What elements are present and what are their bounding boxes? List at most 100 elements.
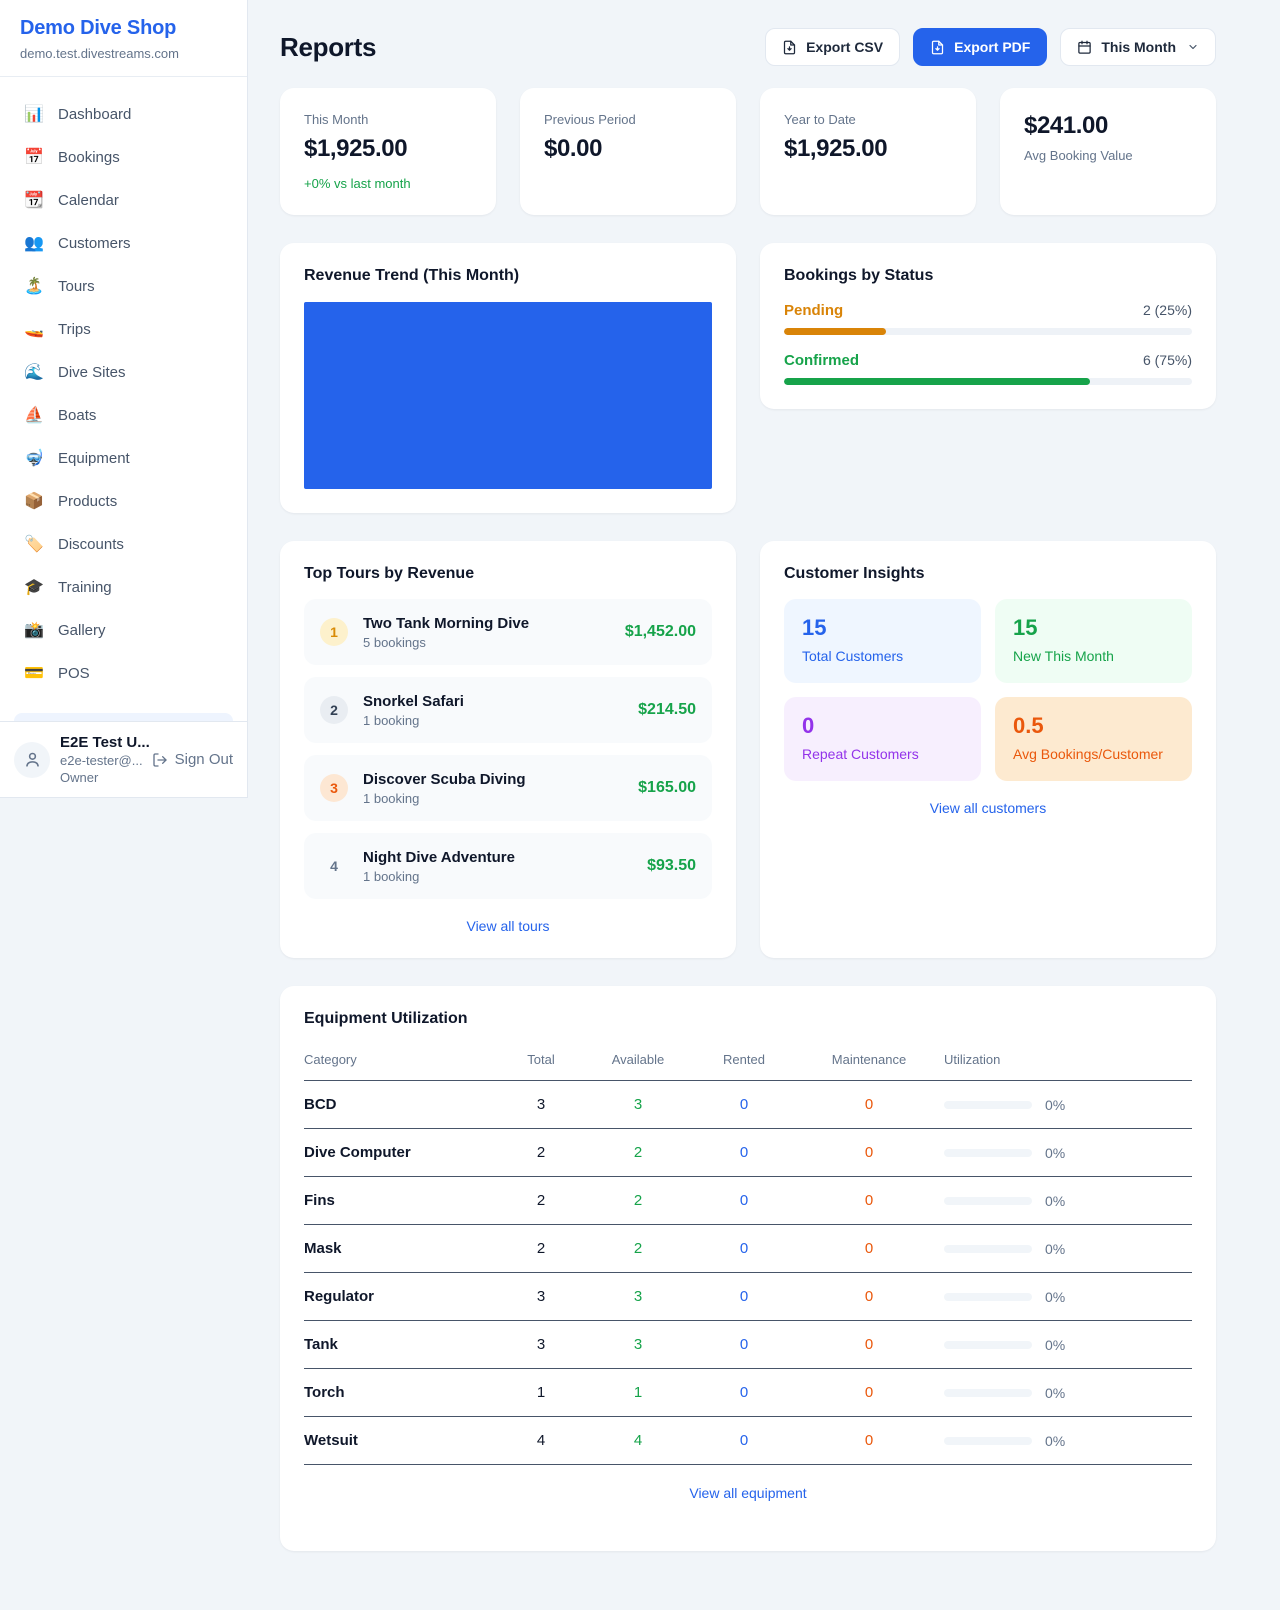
cell-available: 2: [582, 1225, 694, 1273]
utilization-bar: [944, 1341, 1032, 1349]
cell-available: 1: [582, 1369, 694, 1417]
tile-value: 0: [802, 713, 963, 739]
cell-category: Dive Computer: [304, 1129, 500, 1177]
charts-row: Revenue Trend (This Month) Bookings by S…: [280, 243, 1216, 513]
tour-amount: $1,452.00: [613, 623, 696, 641]
tile-label: Total Customers: [802, 648, 963, 664]
tour-name: Night Dive Adventure: [363, 849, 515, 866]
sidebar: Demo Dive Shop demo.test.divestreams.com…: [0, 0, 248, 798]
view-all-customers-link[interactable]: View all customers: [784, 800, 1192, 816]
view-all-tours-link[interactable]: View all tours: [304, 918, 712, 934]
sidebar-item-dive-sites[interactable]: 🌊 Dive Sites: [14, 351, 233, 394]
table-row: Wetsuit 4 4 0 0 0%: [304, 1417, 1192, 1465]
sidebar-item-training[interactable]: 🎓 Training: [14, 566, 233, 609]
status-row-confirmed: Confirmed 6 (75%): [784, 352, 1192, 385]
status-label: Pending: [784, 302, 843, 319]
tour-row: 1 Two Tank Morning Dive 5 bookings $1,45…: [304, 599, 712, 665]
stat-value: $1,925.00: [784, 135, 952, 163]
cell-maintenance: 0: [794, 1417, 944, 1465]
stat-card-this-month: This Month $1,925.00 +0% vs last month: [280, 88, 496, 215]
stat-card-year-to-date: Year to Date $1,925.00: [760, 88, 976, 215]
cell-category: BCD: [304, 1081, 500, 1129]
calendar-icon: 📆: [24, 193, 50, 209]
sidebar-item-discounts[interactable]: 🏷️ Discounts: [14, 523, 233, 566]
tours-insights-row: Top Tours by Revenue 1 Two Tank Morning …: [280, 541, 1216, 958]
period-label: This Month: [1101, 39, 1176, 55]
cell-available: 2: [582, 1129, 694, 1177]
cell-utilization: 0%: [944, 1369, 1192, 1417]
utilization-bar: [944, 1149, 1032, 1157]
user-email: e2e-tester@...: [60, 753, 142, 768]
sidebar-item-boats[interactable]: ⛵ Boats: [14, 394, 233, 437]
sidebar-item-dashboard[interactable]: 📊 Dashboard: [14, 93, 233, 136]
table-row: Tank 3 3 0 0 0%: [304, 1321, 1192, 1369]
file-download-icon: [930, 40, 945, 55]
cell-total: 2: [500, 1177, 582, 1225]
cell-category: Torch: [304, 1369, 500, 1417]
customers-icon: 👥: [24, 236, 50, 252]
cell-rented: 0: [694, 1129, 794, 1177]
export-csv-button[interactable]: Export CSV: [765, 28, 900, 66]
sidebar-item-calendar[interactable]: 📆 Calendar: [14, 179, 233, 222]
sidebar-item-label: Dashboard: [58, 106, 131, 123]
cell-available: 3: [582, 1081, 694, 1129]
sidebar-item-label: Discounts: [58, 536, 124, 553]
tour-row: 2 Snorkel Safari 1 booking $214.50: [304, 677, 712, 743]
sidebar-item-customers[interactable]: 👥 Customers: [14, 222, 233, 265]
export-pdf-label: Export PDF: [954, 39, 1030, 55]
island-icon: 🏝️: [24, 279, 50, 295]
tile-label: Repeat Customers: [802, 746, 963, 762]
person-icon: [23, 750, 42, 769]
export-pdf-button[interactable]: Export PDF: [913, 28, 1047, 66]
status-progress-fill: [784, 328, 886, 335]
cell-category: Regulator: [304, 1273, 500, 1321]
view-all-equipment-link[interactable]: View all equipment: [304, 1485, 1192, 1501]
sidebar-item-gallery[interactable]: 📸 Gallery: [14, 609, 233, 652]
sign-out-button[interactable]: Sign Out: [152, 751, 233, 768]
revenue-trend-card: Revenue Trend (This Month): [280, 243, 736, 513]
status-progress-track: [784, 378, 1192, 385]
cell-utilization: 0%: [944, 1417, 1192, 1465]
cell-total: 3: [500, 1273, 582, 1321]
customer-insights-title: Customer Insights: [784, 565, 1192, 583]
col-maintenance: Maintenance: [794, 1042, 944, 1081]
period-dropdown[interactable]: This Month: [1060, 28, 1216, 66]
tour-bookings: 1 booking: [363, 869, 515, 884]
cell-total: 1: [500, 1369, 582, 1417]
graduation-cap-icon: 🎓: [24, 580, 50, 596]
tile-label: Avg Bookings/Customer: [1013, 746, 1174, 762]
cell-category: Wetsuit: [304, 1417, 500, 1465]
top-tours-card: Top Tours by Revenue 1 Two Tank Morning …: [280, 541, 736, 958]
status-progress-track: [784, 328, 1192, 335]
tour-amount: $214.50: [626, 701, 696, 719]
tile-value: 0.5: [1013, 713, 1174, 739]
cell-available: 4: [582, 1417, 694, 1465]
main-content: Reports Export CSV Export PDF This Month…: [248, 0, 1280, 1551]
export-csv-label: Export CSV: [806, 39, 883, 55]
sidebar-item-tours[interactable]: 🏝️ Tours: [14, 265, 233, 308]
table-row: Dive Computer 2 2 0 0 0%: [304, 1129, 1192, 1177]
sidebar-item-pos[interactable]: 💳 POS: [14, 652, 233, 695]
cell-rented: 0: [694, 1081, 794, 1129]
stat-label: This Month: [304, 112, 472, 127]
sidebar-item-trips[interactable]: 🚤 Trips: [14, 308, 233, 351]
stats-row: This Month $1,925.00 +0% vs last month P…: [280, 88, 1216, 215]
cell-utilization: 0%: [944, 1129, 1192, 1177]
sidebar-item-products[interactable]: 📦 Products: [14, 480, 233, 523]
page-header: Reports Export CSV Export PDF This Month: [280, 28, 1216, 66]
insight-tile-new-this-month: 15 New This Month: [995, 599, 1192, 683]
avatar: [14, 742, 50, 778]
stat-value: $241.00: [1024, 112, 1192, 140]
sidebar-item-bookings[interactable]: 📅 Bookings: [14, 136, 233, 179]
sidebar-active-item-partial[interactable]: [14, 713, 233, 721]
cell-category: Tank: [304, 1321, 500, 1369]
sidebar-item-label: Training: [58, 579, 112, 596]
table-row: Mask 2 2 0 0 0%: [304, 1225, 1192, 1273]
logout-icon: [152, 752, 168, 768]
sidebar-nav: 📊 Dashboard 📅 Bookings 📆 Calendar 👥 Cust…: [0, 77, 247, 713]
chevron-down-icon: [1187, 41, 1199, 53]
sidebar-item-equipment[interactable]: 🤿 Equipment: [14, 437, 233, 480]
sidebar-item-label: Tours: [58, 278, 95, 295]
stat-label: Avg Booking Value: [1024, 148, 1192, 163]
insight-tile-avg-bookings: 0.5 Avg Bookings/Customer: [995, 697, 1192, 781]
